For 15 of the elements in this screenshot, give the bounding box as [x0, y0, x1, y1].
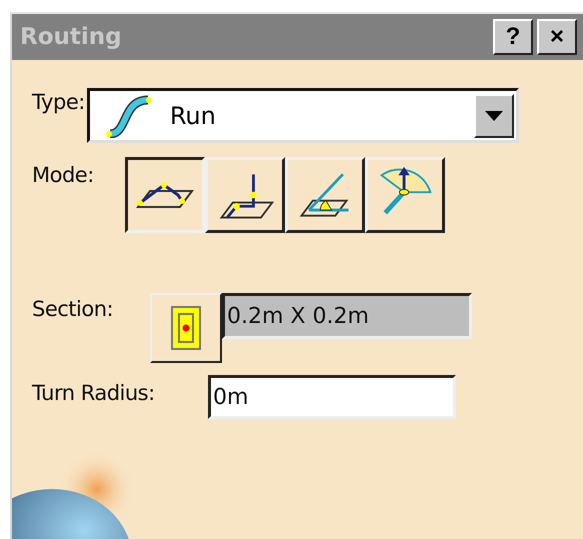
turn-radius-label: Turn Radius: [32, 381, 156, 405]
help-button[interactable]: ? [493, 19, 533, 55]
mode-button[interactable] [125, 157, 205, 233]
polyline-plane-icon [136, 181, 194, 209]
type-label: Type: [32, 90, 85, 114]
rectangle-section-icon [171, 306, 201, 350]
section-label: Section: [32, 297, 114, 321]
section-size-field: 0.2m X 0.2m [222, 293, 472, 339]
pipe-run-icon [104, 94, 154, 138]
section-button[interactable] [150, 293, 222, 363]
mode-label: Mode: [32, 163, 95, 187]
turn-radius-field[interactable]: 0m [208, 375, 456, 419]
window-title: Routing [20, 24, 123, 50]
type-dropdown[interactable]: Run [86, 88, 519, 143]
close-button[interactable]: × [537, 19, 577, 55]
